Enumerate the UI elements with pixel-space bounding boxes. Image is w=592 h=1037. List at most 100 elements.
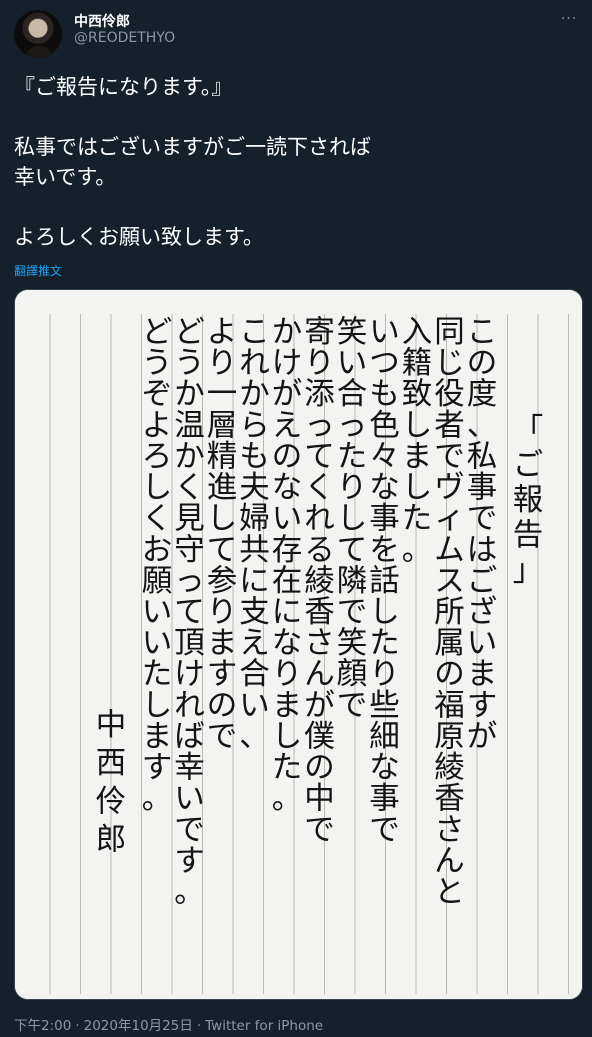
- letter-line: い: [142, 626, 173, 661]
- letter-line: る: [304, 533, 335, 568]
- letter-line: 隣: [337, 564, 368, 599]
- letter-line: 参: [207, 564, 238, 599]
- letter-line: て: [174, 595, 205, 630]
- tweet-header: 中西伶郎 @REODETHYO ···: [0, 0, 592, 64]
- letter-line: っ: [337, 408, 368, 443]
- letter-line: 進: [207, 471, 238, 506]
- letter-line: ム: [434, 533, 465, 568]
- letter-line: ざ: [467, 595, 498, 630]
- letter-line: 層: [207, 408, 238, 443]
- letter-line: 頂: [174, 626, 205, 661]
- letter-line: ら: [239, 408, 270, 443]
- letter-line: く: [174, 471, 205, 506]
- letter-line: に: [239, 564, 270, 599]
- letter-line: 合: [239, 657, 270, 692]
- letter-line: り: [369, 657, 400, 692]
- letter-line: す: [142, 751, 173, 786]
- letter-line: り: [337, 471, 368, 506]
- letter-line: り: [207, 346, 238, 381]
- user-handle[interactable]: @REODETHYO: [74, 30, 175, 46]
- letter-line: 福: [434, 688, 465, 723]
- letter-line: 婦: [239, 502, 270, 537]
- letter-line: す: [207, 657, 238, 692]
- letter-line: こ: [239, 315, 270, 350]
- letter-line: し: [207, 502, 238, 537]
- letter-line: 僕: [304, 719, 335, 754]
- letter-line: 守: [174, 533, 205, 568]
- letter-line: 存: [272, 533, 303, 568]
- letter-line: れ: [174, 688, 205, 723]
- letter-signature: 西: [96, 746, 127, 781]
- letter-line: ん: [434, 844, 465, 879]
- letter-line: い: [272, 502, 303, 537]
- letter-line: お: [142, 533, 173, 568]
- letter-line: 原: [434, 719, 465, 754]
- letter-line: の: [434, 657, 465, 692]
- translate-tweet-link[interactable]: 翻譯推文: [14, 262, 62, 279]
- letter-line: 綾: [434, 751, 465, 786]
- letter-title: 告: [513, 518, 544, 553]
- letter-line: 所: [434, 595, 465, 630]
- letter-line: す: [174, 844, 205, 879]
- letter-line: 。: [174, 875, 205, 910]
- letter-line: す: [467, 688, 498, 723]
- letter-line: 添: [304, 377, 335, 412]
- letter-line: ば: [174, 719, 205, 754]
- letter-line: 願: [142, 564, 173, 599]
- letter-line: で: [304, 813, 335, 848]
- more-icon[interactable]: ···: [558, 12, 580, 28]
- letter-line: た: [272, 751, 303, 786]
- letter-line: う: [174, 346, 205, 381]
- letter-line: く: [142, 502, 173, 537]
- letter-line: 夫: [239, 471, 270, 506]
- tweet-source[interactable]: Twitter for iPhone: [205, 1018, 323, 1034]
- letter-line: ぞ: [142, 377, 173, 412]
- letter-line: っ: [174, 564, 205, 599]
- letter-line: 合: [337, 377, 368, 412]
- letter-line: い: [142, 595, 173, 630]
- letter-line: 者: [434, 408, 465, 443]
- letter-line: 中: [304, 782, 335, 817]
- letter-line: の: [467, 346, 498, 381]
- letter-line: 寄: [304, 315, 335, 350]
- letter-line: け: [272, 346, 303, 381]
- letter-line: つ: [369, 346, 400, 381]
- tweet-image[interactable]: 「ご報告」この度、私事ではございますが同じ役者でヴィムス所属の福原綾香さんと入籍…: [14, 289, 583, 1000]
- letter-line: 入: [402, 315, 433, 350]
- letter-line: ヴ: [434, 471, 465, 506]
- letter-line: て: [207, 533, 238, 568]
- letter-line: で: [434, 439, 465, 474]
- letter-line: く: [304, 471, 335, 506]
- letter-line: こ: [467, 315, 498, 350]
- letter-line: た: [142, 657, 173, 692]
- letter-line: っ: [304, 408, 335, 443]
- letter-signature: 伶: [96, 784, 127, 819]
- letter-line: で: [467, 502, 498, 537]
- letter-line: 、: [467, 408, 498, 443]
- letter-title: 「: [513, 413, 544, 448]
- letter-line: も: [239, 439, 270, 474]
- letter-line: ま: [142, 719, 173, 754]
- letter-line: 属: [434, 626, 465, 661]
- letter-line: 見: [174, 502, 205, 537]
- letter-line: ろ: [142, 439, 173, 474]
- display-name[interactable]: 中西伶郎: [74, 11, 130, 31]
- letter-line: し: [337, 502, 368, 537]
- avatar[interactable]: [14, 10, 62, 58]
- letter-line: で: [369, 813, 400, 848]
- letter-line: ま: [272, 688, 303, 723]
- letter-line: 度: [467, 377, 498, 412]
- letter-line: 笑: [337, 315, 368, 350]
- tweet-date[interactable]: 2020年10月25日: [84, 1018, 193, 1034]
- letter-title: ご: [513, 448, 544, 483]
- letter-line: が: [272, 377, 303, 412]
- letter-line: よ: [142, 408, 173, 443]
- letter-line: さ: [434, 813, 465, 848]
- letter-line: も: [369, 377, 400, 412]
- letter-line: し: [402, 471, 433, 506]
- letter-line: が: [304, 688, 335, 723]
- separator: ·: [196, 1018, 202, 1034]
- letter-line: け: [174, 657, 205, 692]
- tweet-time[interactable]: 下午2:00: [14, 1018, 71, 1034]
- letter-line: で: [174, 813, 205, 848]
